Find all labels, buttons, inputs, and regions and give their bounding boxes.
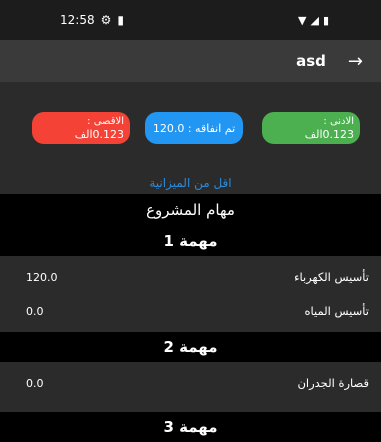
signal-icon: ◢ xyxy=(310,13,319,27)
task-item-name: قصارة الجدران xyxy=(297,376,369,390)
task-item-value: 120.0 xyxy=(26,270,58,284)
status-left: 12:58 ⚙ ▮ xyxy=(60,13,124,27)
task-item-value: 0.0 xyxy=(26,304,44,318)
min-budget-chip: الادنى : 0.123الف xyxy=(262,112,360,144)
status-bar: 12:58 ⚙ ▮ ▼ ◢ ▮ xyxy=(0,0,381,40)
status-right: ▼ ◢ ▮ xyxy=(298,14,329,27)
task-item-name: تأسيس المياه xyxy=(304,304,369,318)
back-arrow-icon[interactable]: → xyxy=(348,51,363,72)
task-item-value: 0.0 xyxy=(26,376,44,390)
max-budget-value: 0.123الف xyxy=(74,128,124,141)
spent-chip: تم انفاقه : 120.0 xyxy=(145,112,243,144)
wifi-icon: ▼ xyxy=(298,13,307,27)
tasks-section-title: مهام المشروع xyxy=(0,194,381,226)
task-header[interactable]: مهمة 1 xyxy=(0,226,381,256)
task-item-row[interactable]: 0.0 قصارة الجدران xyxy=(0,370,381,396)
min-budget-value: 0.123الف xyxy=(304,128,354,141)
status-time: 12:58 xyxy=(60,13,95,27)
task-item-row[interactable]: 0.0 تأسيس المياه xyxy=(0,298,381,324)
sd-card-icon: ▮ xyxy=(117,13,124,27)
task-header[interactable]: مهمة 2 xyxy=(0,332,381,362)
divider xyxy=(0,324,381,332)
task-item-name: تأسيس الكهرباء xyxy=(294,270,369,284)
battery-icon: ▮ xyxy=(322,13,329,27)
task-header[interactable]: مهمة 3 xyxy=(0,412,381,442)
divider xyxy=(0,290,381,298)
spent-label: تم انفاقه : 120.0 xyxy=(152,121,236,135)
max-budget-label: الاقصى : xyxy=(87,116,124,127)
app-bar: asd → xyxy=(0,40,381,82)
budget-summary: الادنى : 0.123الف تم انفاقه : 120.0 الاق… xyxy=(0,82,381,172)
divider xyxy=(0,362,381,370)
divider xyxy=(0,256,381,264)
task-item-row[interactable]: 120.0 تأسيس الكهرباء xyxy=(0,264,381,290)
divider xyxy=(0,404,381,412)
divider xyxy=(0,396,381,404)
min-budget-label: الادنى : xyxy=(323,116,354,127)
project-title: asd xyxy=(296,52,326,70)
settings-icon: ⚙ xyxy=(100,13,112,27)
max-budget-chip: الاقصى : 0.123الف xyxy=(32,112,130,144)
budget-status-text: اقل من الميزانية xyxy=(149,176,232,190)
